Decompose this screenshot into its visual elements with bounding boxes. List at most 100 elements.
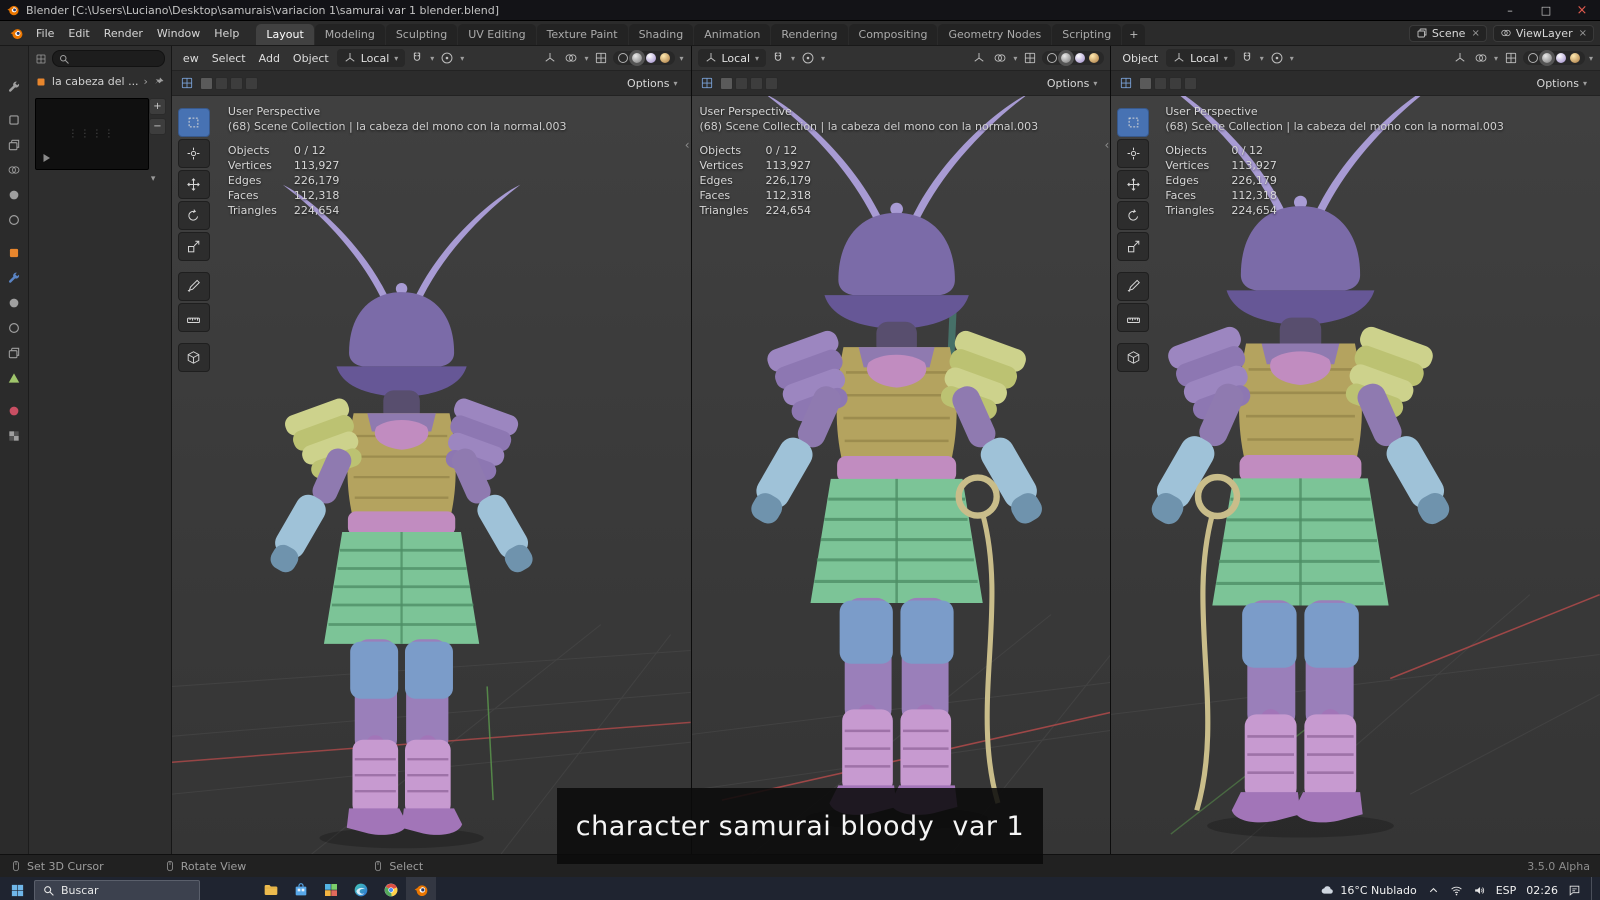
tool-select-box[interactable] <box>1117 108 1150 137</box>
overlays-toggle[interactable] <box>991 49 1009 67</box>
chevron-down-icon[interactable]: ▾ <box>1012 54 1018 63</box>
transform-orientation-dropdown[interactable]: Local ▾ <box>1166 49 1235 67</box>
tool-scale[interactable] <box>177 232 210 261</box>
menu-window[interactable]: Window <box>150 25 207 42</box>
material-preview-icon[interactable] <box>1555 53 1566 63</box>
physics-tab-icon[interactable] <box>7 321 21 335</box>
output-tab-icon[interactable] <box>7 138 21 152</box>
menu-edit[interactable]: Edit <box>61 25 96 42</box>
tool-measure[interactable] <box>1117 303 1150 332</box>
start-button[interactable] <box>0 877 34 900</box>
search-input[interactable] <box>51 50 165 67</box>
menu-view-cropped[interactable]: ew <box>178 51 204 66</box>
tab-layout[interactable]: Layout <box>256 24 314 45</box>
solid-shading-icon[interactable] <box>1541 53 1552 63</box>
proportional-editing-toggle[interactable] <box>799 49 817 67</box>
rendered-shading-icon[interactable] <box>1569 53 1580 63</box>
tool-measure[interactable] <box>177 303 210 332</box>
photos-icon[interactable] <box>316 877 346 900</box>
store-icon[interactable] <box>286 877 316 900</box>
solid-shading-icon[interactable] <box>632 53 643 63</box>
proportional-editing-toggle[interactable] <box>1268 49 1286 67</box>
menu-select[interactable]: Select <box>207 51 251 66</box>
menu-add[interactable]: Add <box>254 51 285 66</box>
chevron-down-icon[interactable]: ▾ <box>151 174 156 184</box>
menu-object[interactable]: Object <box>1117 51 1163 66</box>
wireframe-shading-icon[interactable] <box>1047 53 1058 63</box>
rendered-shading-icon[interactable] <box>660 53 671 63</box>
mode-toggle-group[interactable] <box>1139 76 1198 90</box>
mode-toggle-group[interactable] <box>719 76 778 90</box>
chevron-down-icon[interactable]: ▾ <box>583 54 589 63</box>
view-layer-selector[interactable]: ViewLayer × <box>1492 24 1594 42</box>
snap-magnet-toggle[interactable] <box>408 49 426 67</box>
transform-orientation-dropdown[interactable]: Local ▾ <box>697 49 767 67</box>
snap-magnet-toggle[interactable] <box>769 49 787 67</box>
tab-compositing[interactable]: Compositing <box>848 24 938 45</box>
chevron-down-icon[interactable]: ▾ <box>1493 54 1499 63</box>
add-button[interactable]: + <box>148 98 166 115</box>
remove-button[interactable]: − <box>148 118 166 135</box>
material-preview-icon[interactable] <box>1075 53 1086 63</box>
region-collapse-icon[interactable]: ‹ <box>685 138 690 152</box>
chevron-down-icon[interactable]: ▾ <box>459 54 465 63</box>
scene-tab-icon[interactable] <box>7 188 21 202</box>
solid-shading-icon[interactable] <box>1061 53 1072 63</box>
tool-add-cube[interactable] <box>177 343 210 372</box>
editor-type-icon[interactable] <box>700 76 714 90</box>
texture-tab-icon[interactable] <box>7 429 21 443</box>
weather-widget[interactable]: 16°C Nublado <box>1320 883 1417 898</box>
chevron-down-icon[interactable]: ▾ <box>790 54 796 63</box>
editor-type-icon[interactable] <box>1119 76 1133 90</box>
overlays-toggle[interactable] <box>562 49 580 67</box>
editor-type-icon[interactable] <box>180 76 194 90</box>
particles-tab-icon[interactable] <box>7 296 21 310</box>
3d-viewport-canvas[interactable]: User Perspective (68) Scene Collection |… <box>691 96 1111 854</box>
tab-animation[interactable]: Animation <box>694 24 771 45</box>
tool-rotate[interactable] <box>177 201 210 230</box>
view-layer-tab-icon[interactable] <box>7 163 21 177</box>
rendered-shading-icon[interactable] <box>1089 53 1100 63</box>
object-data-tab-icon[interactable] <box>7 371 21 385</box>
options-dropdown[interactable]: Options ▾ <box>1533 75 1592 92</box>
tool-cursor[interactable] <box>1117 139 1150 168</box>
shading-mode-switcher[interactable] <box>1522 51 1585 65</box>
scene-selector[interactable]: Scene × <box>1408 24 1487 42</box>
taskbar-search[interactable]: Buscar <box>34 879 200 900</box>
show-desktop-button[interactable] <box>1591 877 1596 900</box>
wireframe-shading-icon[interactable] <box>1527 53 1538 63</box>
3d-viewport-canvas[interactable]: User Perspective (68) Scene Collection |… <box>1111 96 1600 854</box>
tool-scale[interactable] <box>1117 232 1150 261</box>
material-tab-icon[interactable] <box>7 404 21 418</box>
tab-scripting[interactable]: Scripting <box>1052 24 1122 45</box>
menu-render[interactable]: Render <box>97 25 150 42</box>
minimize-button[interactable]: – <box>1492 0 1528 20</box>
xray-toggle[interactable] <box>1021 49 1039 67</box>
transform-orientation-dropdown[interactable]: Local ▾ <box>336 49 406 67</box>
pin-icon[interactable] <box>153 76 165 88</box>
constraints-tab-icon[interactable] <box>7 346 21 360</box>
xray-toggle[interactable] <box>592 49 610 67</box>
chevron-down-icon[interactable]: ▾ <box>1259 54 1265 63</box>
tab-modeling[interactable]: Modeling <box>314 24 385 45</box>
keyboard-language[interactable]: ESP <box>1496 884 1517 897</box>
3d-viewport-canvas[interactable]: User Perspective (68) Scene Collection |… <box>171 96 691 854</box>
material-preview-icon[interactable] <box>646 53 657 63</box>
close-icon[interactable]: × <box>1579 28 1587 39</box>
close-button[interactable]: × <box>1564 0 1600 20</box>
close-icon[interactable]: × <box>1471 28 1479 39</box>
shading-mode-switcher[interactable] <box>613 51 676 65</box>
region-collapse-icon[interactable]: ‹ <box>1105 138 1110 152</box>
chevron-down-icon[interactable]: ▾ <box>678 54 684 63</box>
edge-icon[interactable] <box>346 877 376 900</box>
modifiers-tab-icon[interactable] <box>7 271 21 285</box>
notifications-icon[interactable] <box>1568 884 1581 897</box>
add-workspace-button[interactable]: + <box>1122 24 1146 45</box>
blender-taskbar-icon[interactable] <box>406 877 436 900</box>
tool-cursor[interactable] <box>177 139 210 168</box>
tool-annotate[interactable] <box>177 272 210 301</box>
overlays-toggle[interactable] <box>1472 49 1490 67</box>
blender-menu-icon[interactable] <box>9 26 24 41</box>
tab-geometry-nodes[interactable]: Geometry Nodes <box>938 24 1052 45</box>
show-gizmo-toggle[interactable] <box>541 49 559 67</box>
